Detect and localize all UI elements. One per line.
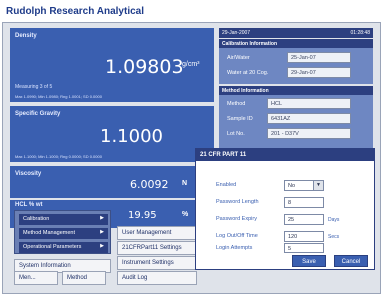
- dialog-title: 21 CFR PART 11: [196, 149, 374, 161]
- method-section-title: Method Information: [219, 86, 373, 95]
- method-button[interactable]: Method: [62, 271, 106, 285]
- save-button[interactable]: Save: [292, 255, 326, 267]
- cfr-part11-dialog: 21 CFR PART 11 Enabled No ▼ Password Len…: [195, 148, 375, 270]
- hcl-label: HCL % wt: [15, 202, 43, 208]
- viscosity-label: Viscosity: [15, 171, 42, 177]
- cancel-button[interactable]: Cancel: [334, 255, 368, 267]
- menu-item-label: Method Management: [23, 230, 75, 236]
- specific-gravity-panel: Specific Gravity 1.1000 Max 1.1000; Min …: [10, 106, 214, 162]
- menu-button[interactable]: Men...: [14, 271, 58, 285]
- menu-item-label: Calibration: [23, 216, 50, 222]
- chevron-right-icon: ▶: [100, 215, 104, 221]
- menu-item-operational-parameters[interactable]: Operational Parameters ▶: [19, 242, 108, 253]
- user-management-button[interactable]: User Management: [117, 226, 197, 240]
- enabled-label: Enabled: [216, 182, 237, 188]
- specific-gravity-value: 1.1000: [100, 126, 163, 147]
- cfr-settings-button[interactable]: 21CFRPart11 Settings: [117, 241, 197, 255]
- chevron-right-icon: ▶: [100, 229, 104, 235]
- method-field: HCL: [267, 98, 351, 109]
- specific-gravity-label: Specific Gravity: [15, 111, 61, 117]
- hcl-unit: %: [182, 211, 189, 218]
- calibration-section-title: Calibration Information: [219, 39, 373, 48]
- calibration-row-label: Water at 20 Cog.: [227, 70, 269, 76]
- password-length-field[interactable]: 8: [284, 197, 324, 208]
- density-value: 1.09803: [105, 56, 184, 78]
- sample-id-label: Sample ID: [227, 116, 253, 122]
- logout-time-field[interactable]: 120: [284, 231, 324, 242]
- password-expiry-field[interactable]: 25: [284, 214, 324, 225]
- password-expiry-label: Password Expiry: [216, 216, 257, 222]
- current-date: 29-Jan-2007: [222, 30, 251, 36]
- date-time-bar: 29-Jan-2007 01:28:48: [219, 28, 373, 38]
- login-attempts-field[interactable]: 5: [284, 243, 324, 253]
- method-section: Method HCL Sample ID 6431AZ Lot No. 201 …: [219, 95, 373, 149]
- lot-number-label: Lot No.: [227, 131, 245, 137]
- viscosity-value: 6.0092: [130, 178, 169, 191]
- password-length-label: Password Length: [216, 199, 259, 205]
- method-row-label: Method: [227, 101, 246, 107]
- specific-gravity-stats: Max 1.1000; Min 1.1000; Rng 0.0000; SD 0…: [15, 154, 102, 159]
- sample-id-field[interactable]: 6431AZ: [267, 113, 351, 124]
- menu-item-method-management[interactable]: Method Management ▶: [19, 228, 108, 239]
- chevron-right-icon: ▶: [100, 243, 104, 249]
- density-unit: g/cm³: [182, 61, 200, 68]
- app-title: Rudolph Research Analytical: [0, 0, 383, 22]
- audit-log-button[interactable]: Audit Log: [117, 271, 197, 285]
- instrument-settings-button[interactable]: Instrument Settings: [117, 256, 197, 270]
- measuring-progress: Measuring 3 of 5: [15, 84, 53, 90]
- enabled-value: No: [288, 183, 296, 189]
- login-attempts-label: Login Attempts: [216, 245, 253, 251]
- density-stats: Max 1.0990; Min 1.0980; Rng 1.0001; SD 0…: [15, 94, 102, 99]
- viscosity-panel: Viscosity 6.0092 N: [10, 166, 214, 198]
- menu-item-label: Operational Parameters: [23, 244, 82, 250]
- logout-time-label: Log Out/Off Time: [216, 233, 258, 239]
- calibration-section: Air/Water 25-Jan-07 Water at 20 Cog. 29-…: [219, 48, 373, 84]
- enabled-select[interactable]: No ▼: [284, 180, 324, 191]
- calibration-row-value: 29-Jan-07: [287, 67, 351, 78]
- hcl-value: 19.95: [128, 210, 157, 221]
- lot-number-field[interactable]: 201 - D37V: [267, 128, 351, 139]
- calibration-row-label: Air/Water: [227, 55, 250, 61]
- current-time: 01:28:48: [350, 30, 370, 36]
- density-panel: Density 1.09803 g/cm³ Measuring 3 of 5 M…: [10, 28, 214, 102]
- viscosity-unit: N: [182, 180, 188, 187]
- popup-menu: Calibration ▶ Method Management ▶ Operat…: [14, 210, 111, 254]
- calibration-row-value: 25-Jan-07: [287, 52, 351, 63]
- password-expiry-unit: Days: [328, 217, 340, 223]
- chevron-down-icon: ▼: [313, 181, 323, 190]
- logout-time-unit: Secs: [328, 234, 340, 240]
- menu-item-calibration[interactable]: Calibration ▶: [19, 214, 108, 225]
- density-label: Density: [15, 33, 37, 39]
